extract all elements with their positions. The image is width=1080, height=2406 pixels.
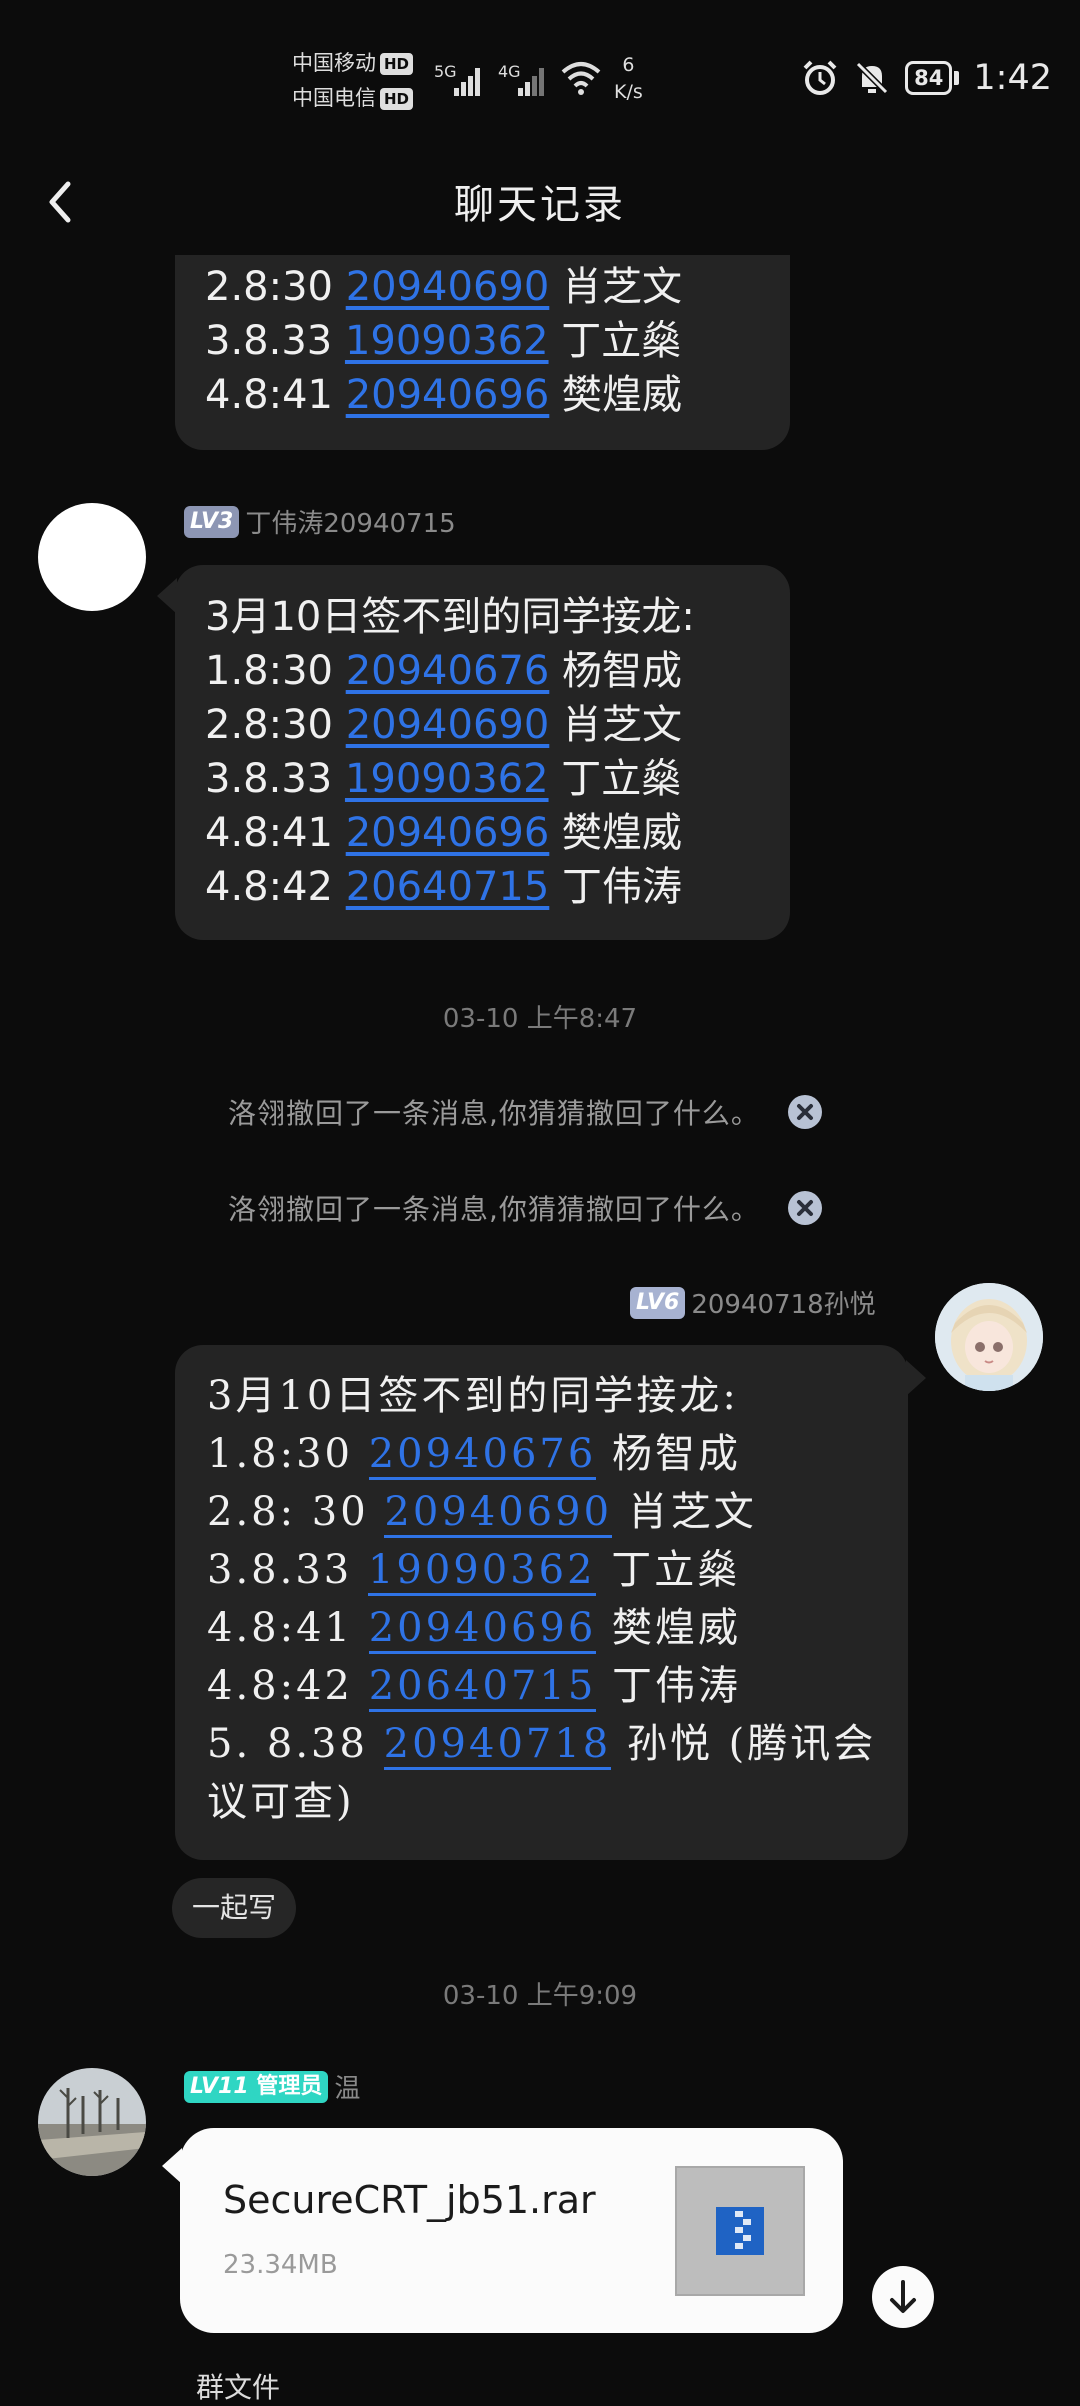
list-item: 2.8:30 20940690 肖芝文 xyxy=(205,264,683,310)
carrier-info: 中国移动 HD 中国电信 HD xyxy=(292,46,414,116)
list-item: 3.8.33 19090362 丁立燊 xyxy=(205,318,682,364)
student-id-link[interactable]: 20640715 xyxy=(346,864,550,910)
file-name: SecureCRT_jb51.rar xyxy=(223,2178,596,2222)
bubble-tail xyxy=(157,578,177,614)
bubble-tail xyxy=(906,1360,926,1396)
carrier-1: 中国移动 xyxy=(292,51,376,75)
battery-icon: 84 xyxy=(905,61,960,95)
avatar[interactable] xyxy=(38,2068,146,2176)
sender-name[interactable]: 丁伟涛20940715 xyxy=(245,503,455,540)
list-item: 5. 8.38 20940718 孙悦 (腾讯会 xyxy=(207,1715,876,1773)
list-item-continuation: 议可查) xyxy=(207,1779,355,1825)
archive-file-icon xyxy=(675,2166,805,2296)
level-badge: LV3 xyxy=(184,505,240,538)
message-bubble[interactable]: 3月10日签不到的同学接龙: 1.8:30 20940676 杨智成 2.8:3… xyxy=(175,565,790,940)
hd-badge: HD xyxy=(380,88,414,110)
list-item: 1.8:30 20940676 杨智成 xyxy=(207,1425,876,1483)
list-item: 3.8.33 19090362 丁立燊 xyxy=(207,1541,876,1599)
sender-name[interactable]: 20940718孙悦 xyxy=(691,1284,875,1321)
timestamp: 03-10 上午9:09 xyxy=(442,1981,638,2011)
group-file-label: 群文件 xyxy=(196,2371,281,2404)
list-item: 1.8:30 20940676 杨智成 xyxy=(205,648,683,694)
landscape-avatar-icon xyxy=(38,2068,146,2176)
list-item: 4.8:42 20640715 丁伟涛 xyxy=(207,1657,876,1715)
list-item: 3.8.33 19090362 丁立燊 xyxy=(205,756,682,802)
student-id-link[interactable]: 20940676 xyxy=(368,1431,597,1480)
sender-info: LV6 20940718孙悦 xyxy=(630,1284,876,1321)
student-id-link[interactable]: 20940690 xyxy=(384,1489,613,1538)
student-id-link[interactable]: 20940696 xyxy=(346,372,550,418)
status-right: 84 1:42 xyxy=(801,52,1052,104)
student-id-link[interactable]: 20940696 xyxy=(346,810,550,856)
close-icon[interactable] xyxy=(787,1095,822,1129)
sender-name[interactable]: 温 xyxy=(334,2068,360,2105)
list-item: 4.8:42 20640715 丁伟涛 xyxy=(205,864,683,910)
file-card[interactable]: SecureCRT_jb51.rar 23.34MB xyxy=(180,2128,843,2333)
signal-icon xyxy=(518,66,548,96)
write-together-button[interactable]: 一起写 xyxy=(172,1878,297,1938)
sender-info: LV3 丁伟涛20940715 xyxy=(184,503,456,540)
download-arrow-icon xyxy=(890,2280,916,2313)
app-header: 聊天记录 xyxy=(0,150,1080,255)
timestamp: 03-10 上午8:47 xyxy=(442,1004,638,1034)
clock: 1:42 xyxy=(973,58,1052,98)
message-heading: 3月10日签不到的同学接龙: xyxy=(205,594,695,640)
file-size: 23.34MB xyxy=(223,2250,338,2280)
recall-notice: 洛翎撤回了一条消息,你猜猜撤回了什么。 xyxy=(228,1092,822,1132)
student-id-link[interactable]: 20940696 xyxy=(368,1605,597,1654)
alarm-icon xyxy=(803,60,837,95)
bubble-tail xyxy=(162,2148,182,2184)
student-id-link[interactable]: 20940690 xyxy=(346,264,550,310)
page-title: 聊天记录 xyxy=(454,182,626,228)
list-item: 2.8: 30 20940690 肖芝文 xyxy=(207,1483,876,1541)
student-id-link[interactable]: 20940690 xyxy=(346,702,550,748)
message-bubble[interactable]: 3月10日签不到的同学接龙: 1.8:30 20940676 杨智成 2.8: … xyxy=(175,1345,908,1860)
student-id-link[interactable]: 20940718 xyxy=(383,1721,612,1770)
sender-info: LV11 管理员 温 xyxy=(184,2068,360,2105)
message-heading: 3月10日签不到的同学接龙: xyxy=(207,1373,739,1419)
net-speed: 6 K/s xyxy=(614,54,643,103)
recall-notice: 洛翎撤回了一条消息,你猜猜撤回了什么。 xyxy=(228,1188,822,1228)
student-id-link[interactable]: 19090362 xyxy=(367,1547,596,1596)
avatar[interactable] xyxy=(38,503,146,611)
list-item: 4.8:41 20940696 樊煌威 xyxy=(205,810,683,856)
student-id-link[interactable]: 19090362 xyxy=(345,756,549,802)
avatar[interactable] xyxy=(935,1283,1043,1391)
anime-avatar-icon xyxy=(935,1283,1043,1391)
status-bar: 中国移动 HD 中国电信 HD 5G 4G 6 K/s 84 1:42 xyxy=(0,0,1080,150)
list-item: 4.8:41 20940696 樊煌威 xyxy=(205,372,683,418)
signal-icon xyxy=(454,66,484,96)
hd-badge: HD xyxy=(380,53,414,75)
close-icon[interactable] xyxy=(787,1191,822,1225)
wifi-icon xyxy=(561,62,601,95)
mute-bell-icon xyxy=(856,61,889,95)
list-item: 4.8:41 20940696 樊煌威 xyxy=(207,1599,876,1657)
download-button[interactable] xyxy=(872,2266,934,2328)
student-id-link[interactable]: 20940676 xyxy=(346,648,550,694)
student-id-link[interactable]: 19090362 xyxy=(345,318,549,364)
carrier-2: 中国电信 xyxy=(292,86,376,110)
level-badge: LV6 xyxy=(630,1286,686,1319)
message-bubble[interactable]: 2.8:30 20940690 肖芝文 3.8.33 19090362 丁立燊 … xyxy=(175,230,790,450)
student-id-link[interactable]: 20640715 xyxy=(368,1663,597,1712)
level-badge: LV11 管理员 xyxy=(184,2070,329,2103)
list-item: 2.8:30 20940690 肖芝文 xyxy=(205,702,683,748)
